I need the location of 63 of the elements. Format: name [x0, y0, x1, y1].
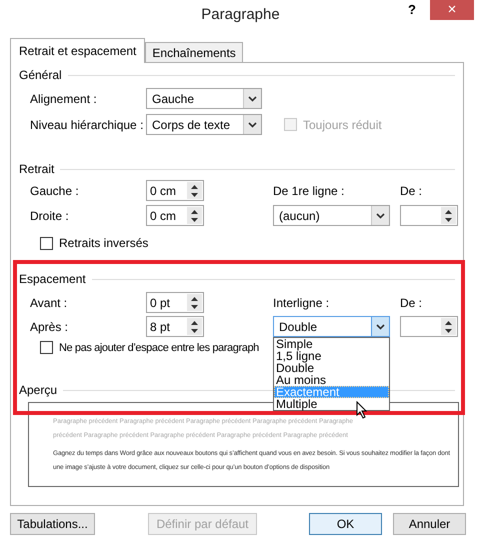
checkbox[interactable] [40, 236, 53, 250]
help-button[interactable]: ? [408, 2, 416, 17]
dropdown-option[interactable]: 1,5 ligne [274, 350, 389, 362]
field-label: De : [400, 296, 424, 310]
down-triangle-icon [191, 192, 198, 196]
tab[interactable]: Enchaînements [145, 42, 243, 62]
down-triangle-icon [191, 304, 198, 308]
spin-field[interactable]: 0 pt [146, 292, 204, 313]
dropdown-option[interactable]: Double [274, 362, 389, 374]
up-triangle-icon [191, 210, 198, 214]
field-label: Après : [30, 320, 70, 334]
field-label: Droite : [30, 208, 70, 222]
close-button[interactable]: × [430, 0, 474, 20]
field-label: Niveau hiérarchique : [30, 118, 144, 132]
dialog-button[interactable]: Annuler [393, 513, 466, 535]
spin-down-button[interactable] [187, 190, 202, 199]
down-triangle-icon [191, 218, 198, 222]
field-label: Avant : [30, 296, 68, 310]
checkbox[interactable] [40, 341, 53, 354]
spin-field[interactable]: 8 pt [146, 316, 204, 337]
group-title: Général [19, 68, 62, 82]
up-triangle-icon [191, 184, 198, 188]
down-triangle-icon [445, 328, 452, 332]
chevron-down-icon [376, 324, 385, 330]
group-title: Espacement [19, 272, 86, 286]
spin-down-button[interactable] [441, 215, 456, 224]
field-label: Alignement : [30, 92, 98, 106]
checkbox-label: Toujours réduit [303, 118, 382, 132]
up-triangle-icon [191, 320, 198, 324]
chevron-down-icon [248, 96, 257, 102]
spin-down-button[interactable] [441, 326, 456, 335]
dialog-button[interactable]: OK [309, 513, 382, 535]
spin-field[interactable] [400, 205, 458, 226]
dropdown-option[interactable]: Simple [274, 338, 389, 350]
field-label: Gauche : [30, 184, 80, 198]
spin-down-button[interactable] [187, 302, 202, 311]
spin-down-button[interactable] [187, 215, 202, 224]
up-triangle-icon [191, 296, 198, 300]
spin-down-button[interactable] [187, 326, 202, 335]
down-triangle-icon [191, 328, 198, 332]
field-label: Interligne : [273, 296, 330, 310]
field-label: De : [400, 184, 424, 198]
dialog-button[interactable]: Tabulations... [10, 513, 95, 535]
chevron-down-icon [376, 212, 385, 218]
tab[interactable]: Retrait et espacement [10, 38, 146, 63]
field-label: De 1re ligne : [273, 184, 346, 198]
window-title: Paragraphe [201, 6, 280, 24]
dropdown-option[interactable]: Au moins [274, 374, 389, 386]
checkbox-label: Retraits inversés [59, 236, 148, 250]
group-title: Retrait [19, 162, 54, 176]
dropdown[interactable]: Corps de texte [146, 114, 262, 135]
spin-field[interactable] [400, 316, 458, 337]
up-triangle-icon [445, 210, 452, 214]
spin-field[interactable]: 0 cm [146, 205, 204, 226]
chevron-down-icon [248, 122, 257, 128]
down-triangle-icon [445, 218, 452, 222]
group-title: Aperçu [19, 383, 58, 397]
up-triangle-icon [445, 320, 452, 324]
checkbox-label: Ne pas ajouter d’espace entre les paragraph [59, 342, 259, 354]
dropdown-option[interactable]: Multiple [274, 398, 389, 410]
spin-field[interactable]: 0 cm [146, 180, 204, 201]
dropdown[interactable]: (aucun) [273, 205, 390, 226]
dropdown[interactable]: Gauche [146, 88, 262, 109]
